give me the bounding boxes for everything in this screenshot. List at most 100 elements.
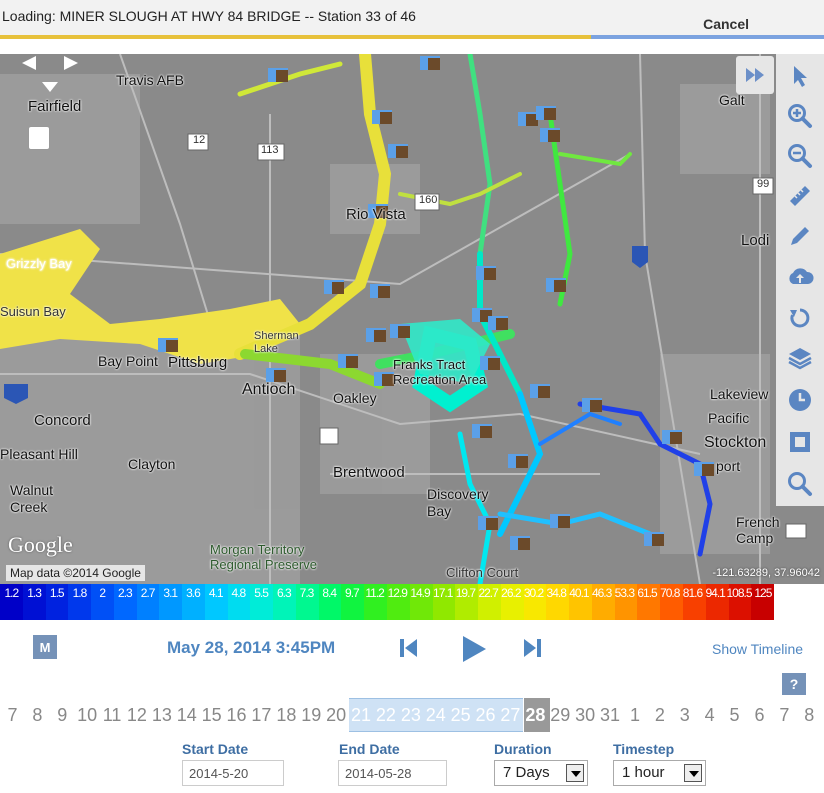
timestep-select[interactable]: 1 hour (613, 760, 706, 786)
legend-value: 3.1 (163, 586, 178, 600)
upload-icon[interactable] (784, 260, 816, 292)
map-label: Rio Vista (346, 206, 406, 223)
map-label: Stockton (704, 434, 767, 451)
legend-value: 94.1 (705, 586, 725, 600)
timeline-day[interactable]: 27 (498, 705, 523, 726)
zoom-in-icon[interactable] (784, 100, 816, 132)
end-date-label: End Date (339, 741, 400, 757)
duration-select[interactable]: 7 Days (494, 760, 588, 786)
google-logo: Google (8, 532, 73, 557)
timeline-day[interactable]: 14 (174, 705, 199, 726)
duration-value: 7 Days (503, 764, 550, 781)
timeline[interactable]: 7 8 9 10 11 12 13 14 15 16 17 18 19 20 21 22 23 24 25 26 27 2… (0, 698, 824, 732)
timeline-day[interactable]: 9 (50, 705, 75, 726)
timeline-day[interactable]: 7 (772, 705, 797, 726)
timeline-day[interactable]: 30 (573, 705, 598, 726)
loading-progress-fill (0, 35, 591, 39)
timeline-day[interactable]: 8 (797, 705, 822, 726)
timeline-day[interactable]: 4 (697, 705, 722, 726)
pointer-icon[interactable] (784, 60, 816, 92)
timeline-day[interactable]: 10 (75, 705, 100, 726)
timeline-day[interactable]: 1 (623, 705, 648, 726)
timeline-day[interactable]: 19 (299, 705, 324, 726)
legend-value: 4.1 (208, 586, 224, 600)
map-canvas[interactable]: Travis AFB Fairfield 12 113 160 99 Galt … (0, 54, 824, 584)
legend-value: 108.5 (726, 586, 753, 600)
timeline-day[interactable]: 22 (374, 705, 399, 726)
timeline-day[interactable]: 26 (473, 705, 498, 726)
legend-value: 61.5 (637, 586, 657, 600)
timeline-day[interactable]: 17 (249, 705, 274, 726)
map-label: Concord (34, 412, 91, 429)
map-label: Antioch (242, 381, 296, 398)
map-label: Franks Tract Recreation Area (393, 357, 487, 387)
end-date-input[interactable] (338, 760, 447, 786)
legend-value: 2 (99, 586, 106, 600)
map-label: Suisun Bay (0, 304, 66, 319)
loading-progress-track (0, 35, 824, 39)
pegman-icon[interactable] (28, 126, 50, 150)
legend-value: 19.7 (455, 586, 476, 600)
refresh-icon[interactable] (784, 302, 816, 334)
help-button[interactable]: ? (782, 673, 806, 695)
skip-forward-icon[interactable] (522, 634, 542, 667)
zoom-out-icon[interactable] (784, 140, 816, 172)
current-datetime: May 28, 2014 3:45PM (167, 638, 336, 657)
map-label: Travis AFB (116, 72, 184, 88)
map-label: Grizzly Bay (6, 256, 72, 271)
legend-value: 14.9 (410, 586, 430, 600)
layers-icon[interactable] (784, 342, 816, 374)
clock-icon[interactable] (784, 384, 816, 416)
timeline-day[interactable]: 7 (0, 705, 25, 726)
play-icon[interactable] (460, 634, 488, 669)
legend-value: 1.2 (4, 586, 20, 600)
show-timeline-link[interactable]: Show Timeline (712, 641, 803, 657)
timeline-day[interactable]: 31 (598, 705, 623, 726)
timeline-day[interactable]: 23 (398, 705, 423, 726)
map-label: Galt (719, 92, 745, 108)
timeline-day[interactable]: 12 (125, 705, 150, 726)
legend-value: 12.9 (387, 586, 408, 600)
legend-value: 1.5 (49, 586, 65, 600)
search-icon[interactable] (784, 468, 816, 500)
map-label: Morgan Territory Regional Preserve (210, 542, 317, 572)
legend-value: 30.2 (523, 586, 544, 600)
map-label: Sherman Lake (254, 330, 299, 355)
legend-value: 7.3 (299, 586, 315, 600)
legend-value: 9.7 (345, 586, 360, 600)
fullscreen-icon[interactable] (784, 426, 816, 458)
pencil-icon[interactable] (784, 220, 816, 252)
timeline-day[interactable]: 24 (423, 705, 448, 726)
timeline-day[interactable]: 3 (672, 705, 697, 726)
timeline-day[interactable]: 6 (747, 705, 772, 726)
skip-back-icon[interactable] (399, 634, 419, 667)
timeline-day[interactable]: 16 (224, 705, 249, 726)
map-label: Pleasant Hill (0, 446, 78, 462)
timeline-day[interactable]: 15 (199, 705, 224, 726)
timeline-day[interactable]: 11 (100, 705, 125, 726)
timeline-day[interactable]: 5 (722, 705, 747, 726)
timeline-day[interactable]: 29 (548, 705, 573, 726)
legend-value: 2.7 (140, 586, 156, 600)
timeline-day[interactable]: 8 (25, 705, 50, 726)
timeline-day[interactable]: 20 (324, 705, 349, 726)
start-date-input[interactable] (182, 760, 284, 786)
map-label: Lakeview (710, 386, 769, 402)
timeline-day[interactable]: 18 (274, 705, 299, 726)
map-label: 113 (261, 144, 279, 156)
timeline-day[interactable]: 25 (448, 705, 473, 726)
timeline-day[interactable]: 21 (349, 705, 374, 726)
ruler-icon[interactable] (784, 180, 816, 212)
timeline-day[interactable]: 28 (523, 705, 548, 726)
timeline-day[interactable]: 13 (149, 705, 174, 726)
legend-labels: 1.2 1.3 1.5 1.8 2 2.3 2.7 3.1 3.6 4.1 4.8 5.5 6.3 7.3… (0, 586, 774, 602)
cancel-button[interactable]: Cancel (703, 16, 749, 32)
fast-forward-icon[interactable] (736, 56, 774, 94)
m-button[interactable]: M (33, 635, 57, 659)
map-label: port (716, 458, 741, 474)
loading-bar: Loading: MINER SLOUGH AT HWY 84 BRIDGE -… (0, 0, 824, 39)
map-label: Fairfield (28, 98, 82, 115)
map-label: 160 (419, 194, 438, 206)
timeline-day[interactable]: 2 (647, 705, 672, 726)
timestep-label: Timestep (613, 741, 675, 757)
